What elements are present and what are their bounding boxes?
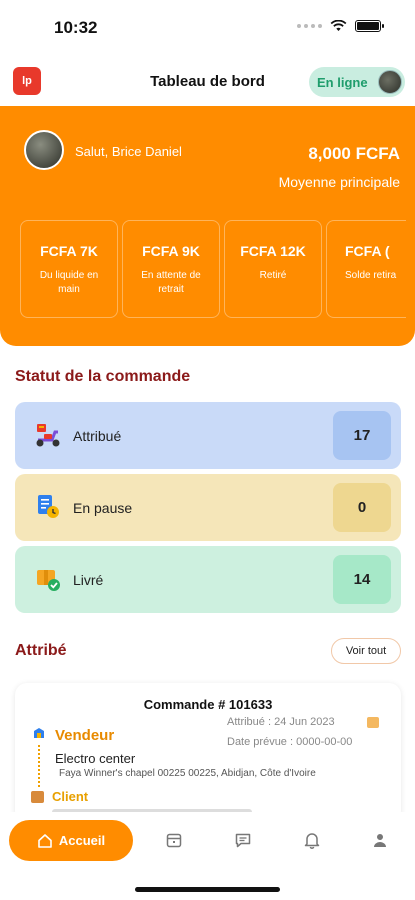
stat-label: Retiré [259,270,287,281]
stat-value: FCFA 9K [142,243,200,259]
store-icon [34,728,44,738]
top-app-bar: lp Tableau de bord En ligne [0,56,415,106]
status-icons [297,20,384,32]
calendar-icon [367,717,379,728]
signal-icon [297,24,322,28]
vendor-name: Electro center [55,751,136,766]
stat-label: En attente de retrait [141,270,201,295]
nav-home-label: Accueil [58,833,106,848]
status-bar: 10:32 [0,0,415,52]
due-date: Date prévue : 0000-00-00 [227,736,353,748]
package-check-icon [37,570,60,591]
box-icon [31,791,44,803]
status-row-paused[interactable]: En pause 0 [15,474,401,541]
online-avatar [378,70,402,94]
status-count-badge: 14 [333,555,391,604]
stat-label: Solde retira [345,270,397,281]
route-line [38,745,40,787]
nav-home-button[interactable]: Accueil [9,820,133,861]
chat-icon [235,833,251,848]
nav-notifications-button[interactable] [302,830,322,850]
status-label: Livré [73,572,104,588]
view-all-button[interactable]: Voir tout [331,638,401,664]
assigned-title: Attribé [15,642,67,659]
avatar[interactable] [24,130,64,170]
status-time: 10:32 [54,18,98,37]
vendor-address: Faya Winner's chapel 00225 00225, Abidja… [59,768,316,779]
status-row-assigned[interactable]: Attribué 17 [15,402,401,469]
status-count-badge: 17 [333,411,391,460]
vendor-label: Vendeur [55,727,115,744]
order-number: Commande # 101633 [143,697,273,712]
document-clock-icon [38,495,59,518]
balance-hero: Salut, Brice Daniel 8,000 FCFA Moyenne p… [0,106,415,346]
calendar-icon [166,833,182,848]
status-row-delivered[interactable]: Livré 14 [15,546,401,613]
stat-card-pending-withdrawal[interactable]: FCFA 9K En attente de retrait [122,220,220,318]
user-icon [374,834,386,847]
balance-label: Moyenne principale [278,174,400,190]
client-label: Client [52,789,89,804]
status-label: En pause [73,500,133,516]
home-indicator [135,887,280,892]
status-label: Attribué [73,428,122,444]
battery-icon [355,20,384,32]
online-label: En ligne [317,74,368,90]
stat-value: FCFA 12K [240,243,306,259]
status-count-badge: 0 [333,483,391,532]
nav-orders-button[interactable] [164,830,184,850]
stat-card-cash-in-hand[interactable]: FCFA 7K Du liquide en main [20,220,118,318]
assigned-date: Attribué : 24 Jun 2023 [227,716,335,728]
stat-card-withdrawable-balance[interactable]: FCFA ( Solde retira [326,220,406,318]
stat-value: FCFA 7K [40,243,98,259]
nav-messages-button[interactable] [233,830,253,850]
stat-card-withdrawn[interactable]: FCFA 12K Retiré [224,220,322,318]
stat-label: Du liquide en main [39,270,99,295]
order-status-title: Statut de la commande [15,368,191,385]
bell-icon [304,833,320,849]
wifi-icon [330,20,347,31]
greeting-text: Salut, Brice Daniel [75,144,182,159]
nav-profile-button[interactable] [370,830,390,850]
stat-value: FCFA ( [345,243,390,259]
home-icon [38,833,52,848]
stat-cards: FCFA 7K Du liquide en main FCFA 9K En at… [20,220,406,318]
online-toggle[interactable]: En ligne [309,67,405,97]
bottom-nav: Accueil [0,812,415,872]
scooter-icon [36,424,60,447]
order-card[interactable]: Commande # 101633 Vendeur Attribué : 24 … [15,683,401,823]
balance-amount: 8,000 FCFA [308,144,400,163]
